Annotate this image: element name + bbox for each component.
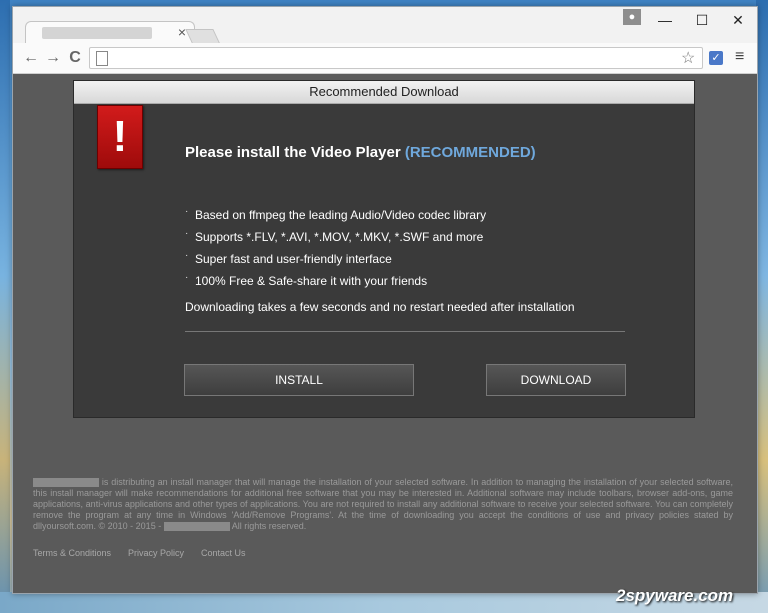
minimize-button[interactable]: — xyxy=(650,11,680,29)
browser-window: × ● — ☐ ✕ ← → C ☆ ✓ ≡ Recommended Downlo… xyxy=(12,6,758,594)
download-button[interactable]: DOWNLOAD xyxy=(486,364,626,396)
watermark-logo: 2spyware.com xyxy=(616,586,734,605)
headline-text: Please install the Video Player xyxy=(185,144,401,161)
divider xyxy=(185,331,625,332)
dialog-headline: Please install the Video Player (RECOMME… xyxy=(185,144,536,161)
exclamation-icon: ! xyxy=(97,105,143,169)
disclaimer-part2: All rights reserved. xyxy=(231,521,307,531)
forward-button[interactable]: → xyxy=(43,48,63,68)
menu-icon[interactable]: ≡ xyxy=(735,48,744,66)
tab-title-blurred xyxy=(42,27,152,39)
feature-text: Based on ffmpeg the leading Audio/Video … xyxy=(195,208,487,222)
feature-text: 100% Free & Safe-share it with your frie… xyxy=(195,274,428,288)
redacted-name xyxy=(33,478,99,488)
back-button[interactable]: ← xyxy=(21,48,41,68)
page-content: Recommended Download ! Please install th… xyxy=(13,74,757,593)
close-window-button[interactable]: ✕ xyxy=(723,11,753,29)
disclaimer-part1: is distributing an install manager that … xyxy=(33,477,733,531)
privacy-link[interactable]: Privacy Policy xyxy=(128,548,184,558)
contact-link[interactable]: Contact Us xyxy=(201,548,246,558)
dialog-title: Recommended Download xyxy=(74,81,694,104)
feature-list: · Based on ffmpeg the leading Audio/Video… xyxy=(185,204,486,292)
profile-icon[interactable]: ● xyxy=(623,9,641,25)
bookmark-star-icon[interactable]: ☆ xyxy=(681,48,695,68)
list-item: · Super fast and user-friendly interface xyxy=(185,250,392,266)
browser-toolbar: ← → C ☆ ✓ ≡ xyxy=(13,43,757,74)
install-button[interactable]: INSTALL xyxy=(184,364,414,396)
address-bar[interactable] xyxy=(89,47,703,69)
headline-recommended-tag: (RECOMMENDED) xyxy=(404,144,536,161)
desktop-background-left xyxy=(0,0,10,613)
list-item: · 100% Free & Safe-share it with your fri… xyxy=(185,272,428,288)
redacted-name xyxy=(163,522,230,532)
feature-text: Supports *.FLV, *.AVI, *.MOV, *.MKV, *.S… xyxy=(195,230,484,244)
title-bar: × ● — ☐ ✕ xyxy=(13,7,757,46)
feature-text: Super fast and user-friendly interface xyxy=(195,252,392,266)
page-icon xyxy=(96,51,108,66)
download-note: Downloading takes a few seconds and no r… xyxy=(185,300,575,314)
maximize-button[interactable]: ☐ xyxy=(687,11,717,29)
disclaimer-text: is distributing an install manager that … xyxy=(33,477,733,532)
terms-link[interactable]: Terms & Conditions xyxy=(33,548,111,558)
download-dialog: Recommended Download ! Please install th… xyxy=(73,80,695,418)
list-item: · Based on ffmpeg the leading Audio/Video… xyxy=(185,206,487,222)
tab-close-icon[interactable]: × xyxy=(178,24,186,40)
extension-icon[interactable]: ✓ xyxy=(709,51,723,65)
list-item: · Supports *.FLV, *.AVI, *.MOV, *.MKV, *.… xyxy=(185,228,484,244)
reload-button[interactable]: C xyxy=(65,48,85,68)
